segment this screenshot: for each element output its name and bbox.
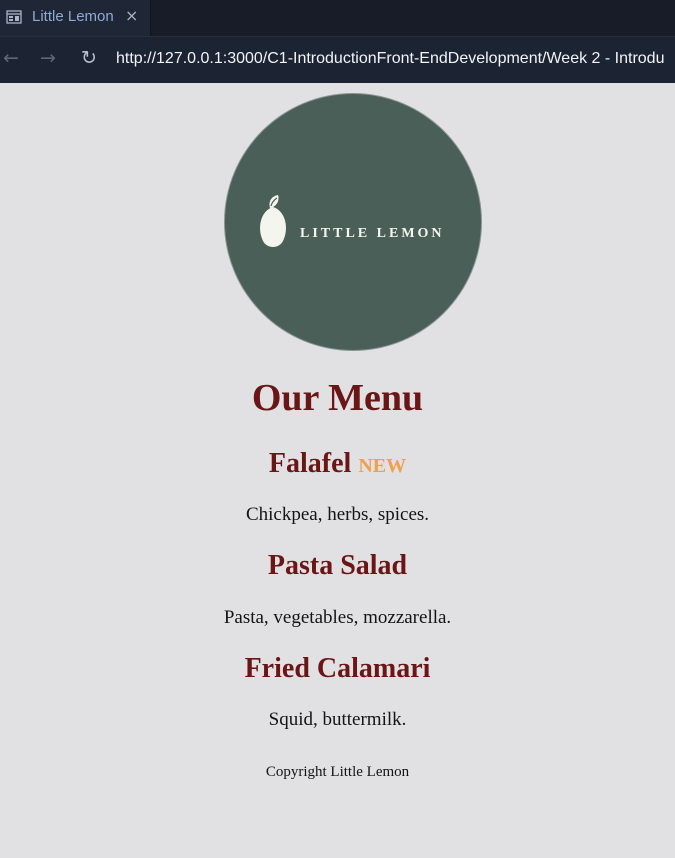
menu-item-description: Pasta, vegetables, mozzarella. bbox=[223, 607, 452, 628]
menu-item-description: Chickpea, herbs, spices. bbox=[245, 504, 430, 525]
back-arrow-icon[interactable]: ← bbox=[3, 47, 19, 69]
menu-item-description: Squid, buttermilk. bbox=[268, 709, 407, 730]
address-bar[interactable]: http://127.0.0.1:3000/C1-IntroductionFro… bbox=[116, 50, 675, 68]
logo: LITTLE LEMON bbox=[225, 94, 481, 350]
new-badge: NEW bbox=[358, 455, 407, 477]
footer-copyright: Copyright Little Lemon bbox=[265, 764, 410, 780]
tab-title: Little Lemon bbox=[32, 8, 114, 25]
forward-arrow-icon[interactable]: → bbox=[40, 47, 56, 69]
lemon-icon bbox=[260, 195, 286, 247]
page-content: LITTLE LEMON Our Menu Falafel NEW Chickp… bbox=[0, 83, 675, 858]
logo-text: LITTLE LEMON bbox=[300, 226, 445, 241]
tab-little-lemon[interactable]: Little Lemon × bbox=[0, 0, 151, 36]
menu-item-name: Falafel NEW bbox=[0, 448, 675, 480]
navigation-bar: ← → ↻ http://127.0.0.1:3000/C1-Introduct… bbox=[0, 36, 675, 83]
menu-item-name: Fried Calamari bbox=[244, 653, 431, 684]
browser-chrome: Little Lemon × ← → ↻ http://127.0.0.1:30… bbox=[0, 0, 675, 83]
tab-bar: Little Lemon × bbox=[0, 0, 675, 36]
menu-item-name: Pasta Salad bbox=[267, 550, 408, 581]
reload-icon[interactable]: ↻ bbox=[81, 47, 97, 69]
page-title: Our Menu bbox=[251, 377, 424, 419]
browser-page-icon bbox=[6, 10, 22, 24]
menu-item-name-text: Falafel bbox=[268, 448, 352, 479]
close-icon[interactable]: × bbox=[125, 6, 138, 25]
